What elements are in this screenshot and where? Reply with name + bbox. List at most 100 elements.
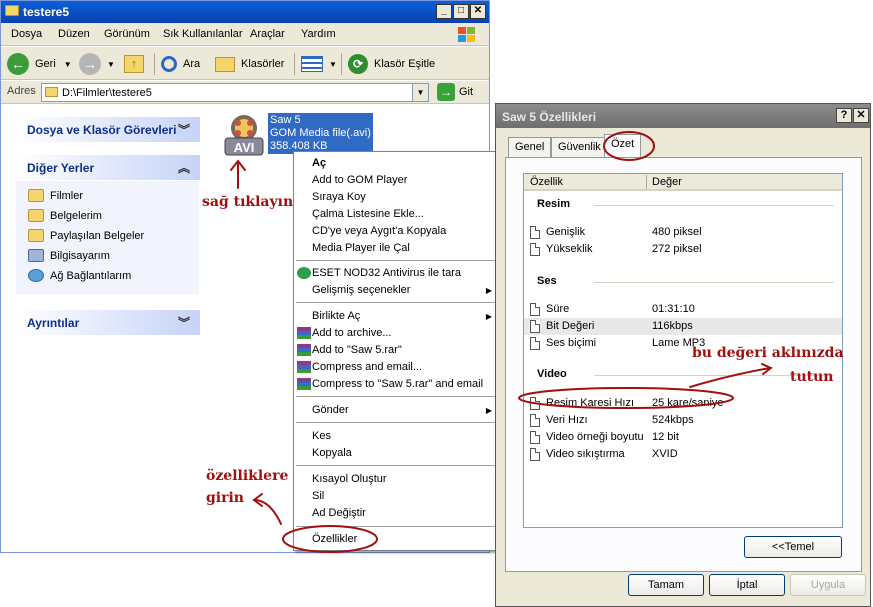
file-label[interactable]: Saw 5 GOM Media file(.avi) 358.408 KB [268,113,373,154]
minimize-button[interactable]: _ [436,4,452,19]
submenu-arrow-icon: ▶ [485,406,492,415]
summary-tab-panel: Özellik Değer Resim Genişlik 480 piksel … [505,157,862,572]
list-item[interactable]: Yükseklik 272 piksel [524,241,842,258]
panel-title: Ayrıntılar [27,316,80,330]
menu-item-properties[interactable]: Özellikler [312,533,357,545]
menu-item-delete[interactable]: Sil [312,490,324,502]
folder-sync-button[interactable]: ⟳ Klasör Eşitle [348,52,435,76]
dialog-close-button[interactable]: ✕ [853,108,869,123]
winrar-icon [297,378,311,390]
maximize-button[interactable]: □ [453,4,469,19]
menu-item-add-to-gom[interactable]: Add to GOM Player [312,174,407,186]
other-places-header[interactable]: Diğer Yerler ︽ [15,155,200,180]
menu-bar: Dosya Düzen Görünüm Sık Kullanılanlar Ar… [1,23,489,46]
place-label: Filmler [50,189,83,202]
menu-item-add-to-archive[interactable]: Add to archive... [312,327,392,339]
list-item[interactable]: Video sıkıştırma XVID [524,446,842,463]
back-button[interactable]: ← Geri ▼ [7,52,72,76]
address-dropdown-button[interactable]: ▼ [412,84,428,101]
menu-item-cut[interactable]: Kes [312,430,331,442]
menu-item-open[interactable]: Aç [312,157,326,169]
document-icon [530,448,540,461]
menu-item-open-with[interactable]: Birlikte Aç [312,310,360,322]
property-value: 25 kare/saniye [652,397,724,409]
list-item[interactable]: Video örneği boyutu 12 bit [524,429,842,446]
menu-item-advanced-options[interactable]: Gelişmiş seçenekler [312,284,410,296]
property-value: 12 bit [652,431,679,443]
document-icon [530,414,540,427]
annotation-properties-line2: girin [206,490,244,506]
forward-button[interactable]: → ▼ [79,52,115,76]
place-label: Bilgisayarım [50,249,110,262]
menu-view[interactable]: Görünüm [104,28,150,40]
list-item[interactable]: Bit Değeri 116kbps [524,318,842,335]
toolbar: ← Geri ▼ → ▼ ↑ Ara Klasörler ▼ ⟳ Klasör … [1,47,489,80]
menu-item-play-media-player[interactable]: Media Player ile Çal [312,242,410,254]
list-item[interactable]: Resim Karesi Hızı 25 kare/saniye [524,395,842,412]
place-shared-documents[interactable]: Paylaşılan Belgeler [28,229,144,242]
menu-file[interactable]: Dosya [11,28,42,40]
place-label: Paylaşılan Belgeler [50,229,145,242]
menu-item-copy[interactable]: Kopyala [312,447,352,459]
explorer-titlebar: testere5 _ □ ✕ [1,1,489,23]
menu-favorites[interactable]: Sık Kullanılanlar [163,28,243,40]
place-my-computer[interactable]: Bilgisayarım [28,249,110,262]
place-label: Ağ Bağlantılarım [50,269,132,282]
help-button[interactable]: ? [836,108,852,123]
property-name: Video sıkıştırma [546,448,625,460]
place-filmler[interactable]: Filmler [28,189,83,202]
basic-view-button[interactable]: <<Temel [744,536,842,558]
file-folder-tasks-header[interactable]: Dosya ve Klasör Görevleri ︾ [15,117,200,142]
sync-icon: ⟳ [348,54,368,74]
address-input[interactable]: D:\Filmler\testere5 ▼ [41,83,429,102]
annotation-remember-line2: tutun [790,369,834,385]
list-item[interactable]: Süre 01:31:10 [524,301,842,318]
list-item[interactable]: Veri Hızı 524kbps [524,412,842,429]
file-type: GOM Media file(.avi) [270,127,371,139]
tab-summary[interactable]: Özet [604,134,642,158]
column-property[interactable]: Özellik [530,176,563,188]
column-divider[interactable] [646,175,647,189]
menu-item-add-to-rar[interactable]: Add to "Saw 5.rar" [312,344,402,356]
menu-tools[interactable]: Araçlar [250,28,285,40]
views-button[interactable]: ▼ [301,52,337,76]
column-value[interactable]: Değer [652,176,682,188]
menu-item-create-shortcut[interactable]: Kısayol Oluştur [312,473,387,485]
panel-title: Diğer Yerler [27,161,95,175]
other-places-list: Filmler Belgelerim Paylaşılan Belgeler B… [15,180,200,295]
place-network[interactable]: Ağ Bağlantılarım [28,269,131,282]
details-header[interactable]: Ayrıntılar ︾ [15,310,200,335]
document-icon [530,303,540,316]
menu-item-rename[interactable]: Ad Değiştir [312,507,366,519]
close-button[interactable]: ✕ [470,4,486,19]
property-name: Veri Hızı [546,414,588,426]
menu-item-enqueue[interactable]: Sıraya Koy [312,191,366,203]
cancel-button[interactable]: İptal [709,574,785,596]
menu-item-eset-scan[interactable]: ESET NOD32 Antivirus ile tara [312,267,461,279]
document-icon [530,397,540,410]
menu-edit[interactable]: Düzen [58,28,90,40]
network-icon [28,269,44,282]
property-value: 01:31:10 [652,303,695,315]
menu-item-compress-email[interactable]: Compress and email... [312,361,422,373]
avi-file-icon[interactable]: AVI [220,112,268,160]
menu-item-send-to[interactable]: Gönder [312,404,349,416]
tab-security[interactable]: Güvenlik [551,137,608,157]
menu-item-add-to-playlist[interactable]: Çalma Listesine Ekle... [312,208,424,220]
menu-help[interactable]: Yardım [301,28,336,40]
menu-item-copy-to-cd[interactable]: CD'ye veya Aygıt'a Kopyala [312,225,446,237]
go-button[interactable]: → Git [437,83,473,101]
tab-general[interactable]: Genel [508,137,552,157]
up-folder-button[interactable]: ↑ [124,52,144,76]
address-label: Adres [7,85,36,97]
folders-button[interactable]: Klasörler [215,52,284,76]
search-button[interactable]: Ara [161,52,200,76]
place-my-documents[interactable]: Belgelerim [28,209,102,222]
dialog-title: Saw 5 Özellikleri [502,110,597,124]
folder-icon [45,87,58,97]
panel-title: Dosya ve Klasör Görevleri [27,123,177,137]
ok-button[interactable]: Tamam [628,574,704,596]
list-item[interactable]: Genişlik 480 piksel [524,224,842,241]
apply-button[interactable]: Uygula [790,574,866,596]
menu-item-compress-rar-email[interactable]: Compress to "Saw 5.rar" and email [312,378,483,390]
